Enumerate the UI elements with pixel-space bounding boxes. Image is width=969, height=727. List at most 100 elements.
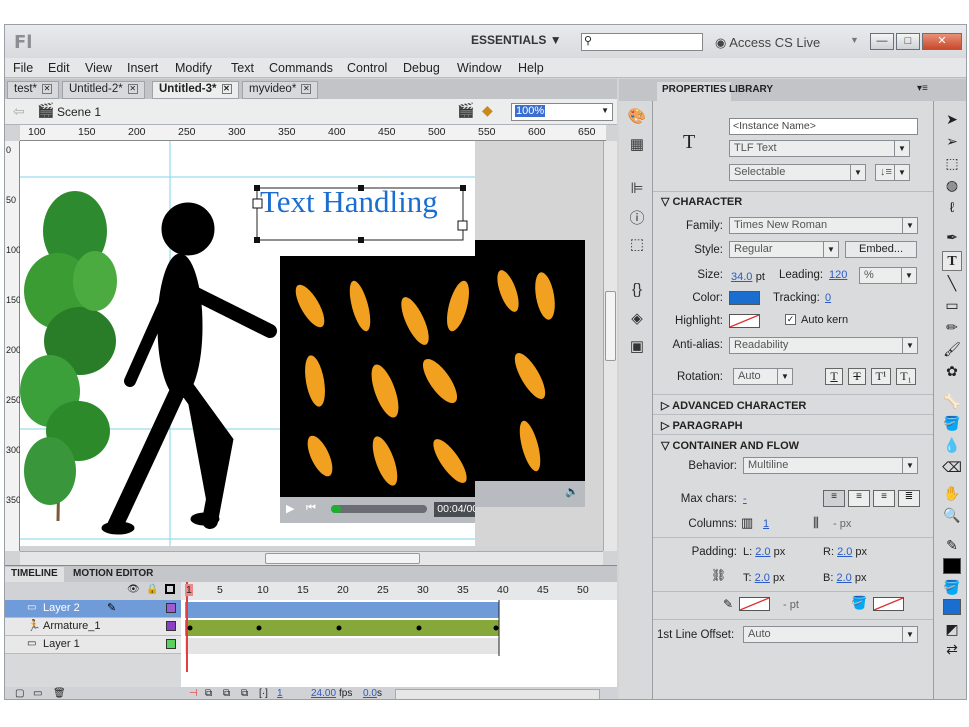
back-arrow-icon[interactable]: ⇦ — [13, 103, 25, 120]
rewind-icon[interactable]: ⏮ — [306, 502, 316, 515]
play-icon[interactable]: ▶ — [286, 502, 294, 515]
text-direction-select[interactable]: ↓≡ ▼ — [875, 164, 910, 181]
align-top-button[interactable]: ≡ — [823, 490, 845, 507]
layer-row-layer-2[interactable]: ▭ Layer 2 ✎ — [5, 600, 181, 618]
layer-row-layer-1[interactable]: ▭ Layer 1 — [5, 636, 181, 654]
new-layer-icon[interactable]: ▢ — [15, 688, 24, 699]
deco-tool-icon[interactable]: ✿ — [942, 361, 962, 381]
tab-properties[interactable]: PROPERTIES — [657, 82, 732, 101]
lasso-tool-icon[interactable]: ℓ — [942, 197, 962, 217]
strikethrough-button[interactable]: T — [848, 368, 866, 385]
maximize-button[interactable]: □ — [896, 33, 920, 50]
section-container-flow[interactable]: ▽ CONTAINER AND FLOW — [653, 434, 933, 452]
swatches-icon[interactable]: ▦ — [627, 135, 647, 155]
menu-help[interactable]: Help — [518, 61, 544, 75]
font-family-select[interactable]: Times New Roman ▼ — [729, 217, 918, 234]
close-tab-icon[interactable]: ✕ — [42, 83, 53, 94]
tab-untitled-3[interactable]: Untitled-3* ✕ — [152, 81, 239, 99]
selectable-select[interactable]: Selectable ▼ — [729, 164, 866, 181]
center-frame-icon[interactable]: ⊣ — [189, 688, 198, 699]
delete-icon[interactable]: 🗑 — [53, 688, 66, 699]
align-icon[interactable]: ⊫ — [627, 179, 647, 199]
max-chars-value[interactable]: - — [743, 493, 747, 505]
tab-library[interactable]: LIBRARY — [729, 84, 773, 95]
swap-colors-icon[interactable]: ⇄ — [942, 639, 962, 659]
menu-edit[interactable]: Edit — [48, 61, 70, 75]
pencil-tool-icon[interactable]: ✏ — [942, 317, 962, 337]
tab-untitled-2[interactable]: Untitled-2* ✕ — [62, 81, 145, 99]
link-padding-icon[interactable]: ⛓ — [711, 568, 726, 582]
justify-button[interactable]: ≣ — [898, 490, 920, 507]
brush-tool-icon[interactable]: 🖌 — [942, 339, 962, 359]
stage-horizontal-scrollbar[interactable] — [20, 551, 603, 565]
line-tool-icon[interactable]: ╲ — [942, 273, 962, 293]
eraser-tool-icon[interactable]: ⌫ — [942, 457, 962, 477]
leading-value[interactable]: 120 — [829, 269, 847, 281]
instance-name-input[interactable]: <Instance Name> — [729, 118, 918, 135]
text-type-select[interactable]: TLF Text ▼ — [729, 140, 910, 157]
rotation-select[interactable]: Auto ▼ — [733, 368, 793, 385]
stroke-color-swatch[interactable] — [943, 558, 961, 574]
first-line-offset-select[interactable]: Auto ▼ — [743, 626, 918, 643]
menu-commands[interactable]: Commands — [269, 61, 333, 75]
transform-icon[interactable]: ⬚ — [627, 235, 647, 255]
scroll-thumb[interactable] — [265, 553, 420, 564]
cs-live-button[interactable]: ◉ Access CS Live — [715, 35, 820, 51]
info-icon[interactable]: ⓘ — [627, 207, 647, 227]
menu-control[interactable]: Control — [347, 61, 387, 75]
paint-bucket-tool-icon[interactable]: 🪣 — [942, 413, 962, 433]
subselection-tool-icon[interactable]: ➢ — [942, 131, 962, 151]
video-seek-bar[interactable] — [331, 505, 427, 513]
menu-modify[interactable]: Modify — [175, 61, 212, 75]
motion-presets-icon[interactable]: ▣ — [627, 337, 647, 357]
color-palette-icon[interactable]: 🎨 — [627, 107, 647, 127]
menu-view[interactable]: View — [85, 61, 112, 75]
tracking-value[interactable]: 0 — [825, 292, 831, 304]
3d-rotation-tool-icon[interactable]: ◍ — [942, 175, 962, 195]
workspace-switcher[interactable]: ESSENTIALS ▼ — [471, 33, 562, 47]
superscript-button[interactable]: T¹ — [871, 368, 891, 385]
close-tab-icon[interactable]: ✕ — [221, 83, 232, 94]
minimize-button[interactable]: — — [870, 33, 894, 50]
section-advanced-character[interactable]: ▷ ADVANCED CHARACTER — [653, 394, 933, 412]
font-size-value[interactable]: 34.0 pt — [731, 269, 765, 283]
align-middle-button[interactable]: ≡ — [848, 490, 870, 507]
text-tool-icon[interactable]: T — [942, 251, 962, 271]
menu-debug[interactable]: Debug — [403, 61, 440, 75]
default-colors-icon[interactable]: ◩ — [942, 619, 962, 639]
new-folder-icon[interactable]: ▭ — [33, 688, 42, 699]
menu-insert[interactable]: Insert — [127, 61, 158, 75]
padding-bottom[interactable]: B: 2.0 px — [823, 572, 866, 584]
rectangle-tool-icon[interactable]: ▭ — [942, 295, 962, 315]
stage-canvas[interactable]: Text Handling ▶ ⏮ 00:04/00:41 — [20, 141, 496, 546]
fill-color-swatch[interactable] — [943, 599, 961, 615]
timeline-scrollbar[interactable] — [395, 689, 600, 699]
align-bottom-button[interactable]: ≡ — [873, 490, 895, 507]
tab-motion-editor[interactable]: MOTION EDITOR — [67, 567, 159, 582]
cs-live-menu-arrow[interactable]: ▼ — [850, 35, 859, 45]
onion-skin-icon[interactable]: ⧉ — [205, 688, 212, 699]
code-snippets-icon[interactable]: {} — [627, 281, 647, 301]
border-width-value[interactable]: - pt — [783, 599, 799, 611]
scene-label[interactable]: Scene 1 — [57, 105, 101, 119]
highlight-swatch[interactable] — [729, 314, 760, 328]
close-tab-icon[interactable]: ✕ — [301, 83, 312, 94]
eye-icon[interactable]: 👁 — [127, 584, 140, 595]
menu-text[interactable]: Text — [231, 61, 254, 75]
background-color-swatch[interactable] — [873, 597, 904, 611]
column-gutter-value[interactable]: - px — [833, 518, 851, 530]
embed-button[interactable]: Embed... — [845, 241, 917, 258]
close-tab-icon[interactable]: ✕ — [127, 83, 138, 94]
leading-unit-select[interactable]: % ▼ — [859, 267, 917, 284]
padding-right[interactable]: R: 2.0 px — [823, 546, 867, 558]
zoom-tool-icon[interactable]: 🔍 — [942, 505, 962, 525]
frame-rate[interactable]: 24.00 — [311, 688, 336, 699]
font-style-select[interactable]: Regular ▼ — [729, 241, 839, 258]
tab-myvideo[interactable]: myvideo* ✕ — [242, 81, 319, 99]
elapsed-time[interactable]: 0.0 — [363, 688, 377, 699]
pen-tool-icon[interactable]: ✒ — [942, 227, 962, 247]
bone-tool-icon[interactable]: 🦴 — [942, 391, 962, 411]
lock-icon[interactable]: 🔒 — [146, 584, 158, 595]
free-transform-tool-icon[interactable]: ⬚ — [942, 153, 962, 173]
edit-scene-icon[interactable]: 🎬 — [457, 102, 474, 119]
